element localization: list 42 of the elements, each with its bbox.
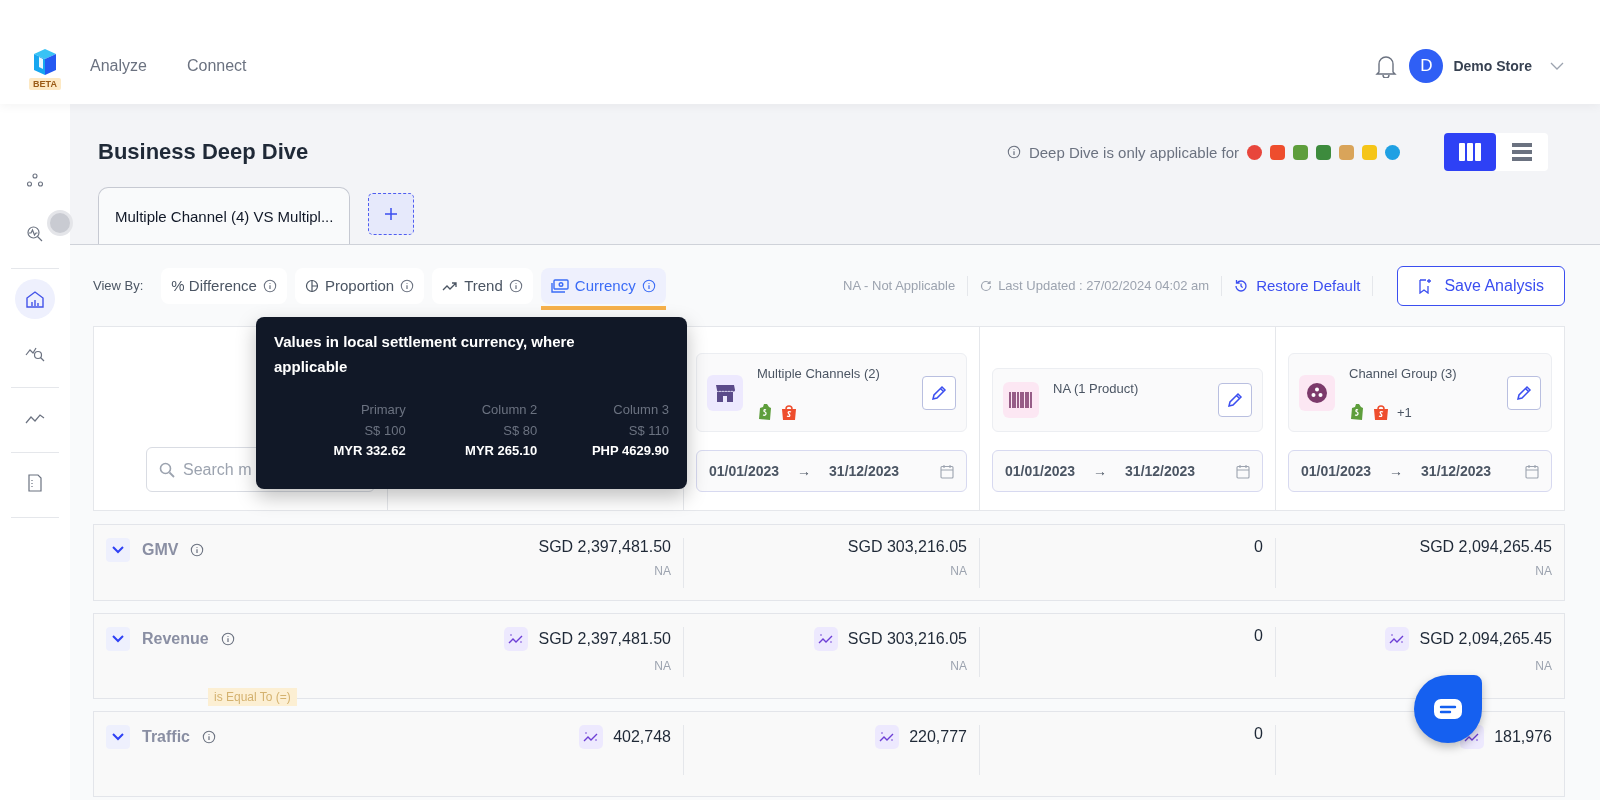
na-value: NA [1535,659,1552,673]
column-name: NA (1 Product) [1053,381,1139,396]
metric-value: SGD 2,397,481.50 [538,538,671,556]
metric-value: 0 [1254,627,1263,645]
metric-name: GMV [142,541,179,559]
na-value: NA [1535,564,1552,578]
tooltip-base-value: S$ 100 [364,422,406,440]
notice-text: Deep Dive is only applicable for [1028,143,1239,161]
filter-tag: is Equal To (=) [208,688,297,706]
tooltip-local-value: MYR 265.10 [465,442,538,460]
metric-name: Revenue [142,630,209,648]
tooltip-local-value: MYR 332.62 [333,442,406,460]
metric-value: SGD 2,094,265.45 [1419,630,1552,648]
na-value: NA [950,564,967,578]
metric-value: 181,976 [1494,728,1552,746]
metric-value: 0 [1254,538,1263,556]
column-name: Channel Group (3) [1349,366,1457,381]
metric-value: SGD 2,094,265.45 [1419,538,1552,556]
beta-badge: BETA [29,78,61,90]
view-by-label: View By: [93,278,144,293]
page-title: Business Deep Dive [98,139,309,165]
column-name: Multiple Channels (2) [757,366,880,381]
na-value: NA [654,564,671,578]
metric-name: Traffic [142,728,190,746]
tooltip-column-label: Column 2 [481,401,538,419]
metric-value: SGD 303,216.05 [847,630,967,648]
na-note: NA - Not Applicable [843,278,956,293]
tooltip-local-value: PHP 4629.90 [591,442,669,460]
na-value: NA [950,659,967,673]
more-count: +1 [1397,404,1412,420]
tooltip-base-value: S$ 80 [503,422,538,440]
metric-value: SGD 2,397,481.50 [538,630,671,648]
last-updated-text: Last Updated : 27/02/2024 04:02 am [998,278,1210,293]
tooltip-column-label: Column 3 [613,401,669,419]
tooltip-title: Values in local settlement currency, where applicable [274,332,576,377]
tooltip-column-label: Primary [360,401,406,419]
metric-value: 402,748 [613,728,671,746]
na-value: NA [654,659,671,673]
metric-value: 0 [1254,725,1263,743]
metric-value: SGD 303,216.05 [847,538,967,556]
tooltip-base-value: S$ 110 [628,422,669,440]
metric-value: 220,777 [909,728,967,746]
